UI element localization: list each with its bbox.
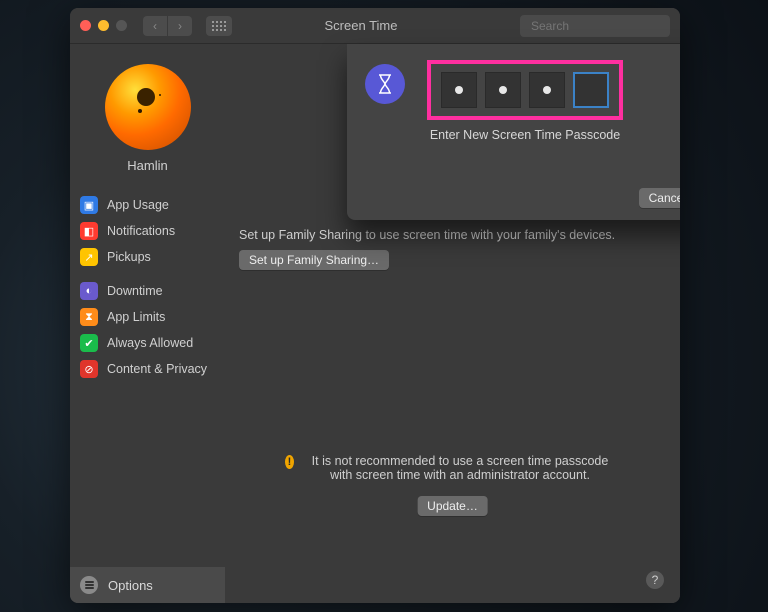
sidebar-item-label: Notifications (107, 224, 175, 238)
back-button[interactable]: ‹ (143, 16, 167, 36)
passcode-digit[interactable] (529, 72, 565, 108)
window-body: Hamlin ▣App Usage◧Notifications↗Pickups … (70, 44, 680, 603)
passcode-prompt: Enter New Screen Time Passcode (430, 128, 620, 142)
sidebar-item-label: App Usage (107, 198, 169, 212)
passcode-sheet: Enter New Screen Time Passcode Cancel (347, 44, 680, 220)
user-block: Hamlin (70, 64, 225, 173)
warning-icon: ! (285, 455, 294, 469)
sidebar-item[interactable]: ◐ Downtime (76, 279, 219, 303)
sidebar-item[interactable]: ✔ Always Allowed (76, 331, 219, 355)
sidebar-item[interactable]: ↗ Pickups (76, 245, 219, 269)
sidebar-item-label: Pickups (107, 250, 151, 264)
sidebar-item-icon: ⊘ (80, 360, 98, 378)
preferences-window: ‹ › Screen Time Hamlin ▣ App Usage ◧ Notifi… (70, 8, 680, 603)
window-title: Screen Time (210, 18, 512, 33)
options-icon (80, 576, 98, 594)
content-pane: Turn Off… iCloud to report your nange Pa… (225, 44, 680, 603)
sidebar-item-label: Always Allowed (107, 336, 193, 350)
sidebar-item-icon: ▣ (80, 196, 98, 214)
cancel-button[interactable]: Cancel (639, 188, 680, 208)
passcode-row-highlight (427, 60, 623, 120)
sidebar-item-icon: ⧗ (80, 308, 98, 326)
sidebar-item[interactable]: ◧ Notifications (76, 219, 219, 243)
toolbar: ‹ › Screen Time (70, 8, 680, 44)
window-traffic-lights (80, 20, 127, 31)
sidebar-item[interactable]: ⧗ App Limits (76, 305, 219, 329)
search-input[interactable] (531, 19, 680, 33)
minimize-window-icon[interactable] (98, 20, 109, 31)
forward-button[interactable]: › (168, 16, 192, 36)
sidebar-item-options[interactable]: Options (70, 567, 225, 603)
sidebar-item-icon: ✔ (80, 334, 98, 352)
update-button[interactable]: Update… (417, 496, 488, 516)
nav-buttons: ‹ › (143, 16, 192, 36)
sidebar-item-icon: ◐ (80, 282, 98, 300)
sidebar: Hamlin ▣App Usage◧Notifications↗Pickups … (70, 44, 225, 603)
user-name: Hamlin (127, 158, 167, 173)
setup-family-sharing-button[interactable]: Set up Family Sharing… (239, 250, 389, 270)
zoom-window-icon (116, 20, 127, 31)
passcode-digit[interactable] (485, 72, 521, 108)
close-window-icon[interactable] (80, 20, 91, 31)
help-button[interactable]: ? (646, 571, 664, 589)
sidebar-item-label: Options (108, 578, 153, 593)
sidebar-item-icon: ◧ (80, 222, 98, 240)
search-field[interactable] (520, 15, 670, 37)
sidebar-item[interactable]: ⊘ Content & Privacy (76, 357, 219, 381)
passcode-digit[interactable] (441, 72, 477, 108)
warning-block: ! It is not recommended to use a screen … (285, 454, 620, 482)
passcode-entry: Enter New Screen Time Passcode (427, 60, 623, 142)
avatar (105, 64, 191, 150)
sidebar-item-label: App Limits (107, 310, 165, 324)
sidebar-item-label: Content & Privacy (107, 362, 207, 376)
family-sharing-text: Set up Family Sharing to use screen time… (239, 228, 662, 242)
warning-text: It is not recommended to use a screen ti… (300, 454, 620, 482)
family-sharing-block: Set up Family Sharing to use screen time… (239, 228, 662, 270)
sidebar-item-icon: ↗ (80, 248, 98, 266)
sidebar-item[interactable]: ▣ App Usage (76, 193, 219, 217)
hourglass-icon (365, 64, 405, 104)
sidebar-item-label: Downtime (107, 284, 163, 298)
passcode-digit[interactable] (573, 72, 609, 108)
